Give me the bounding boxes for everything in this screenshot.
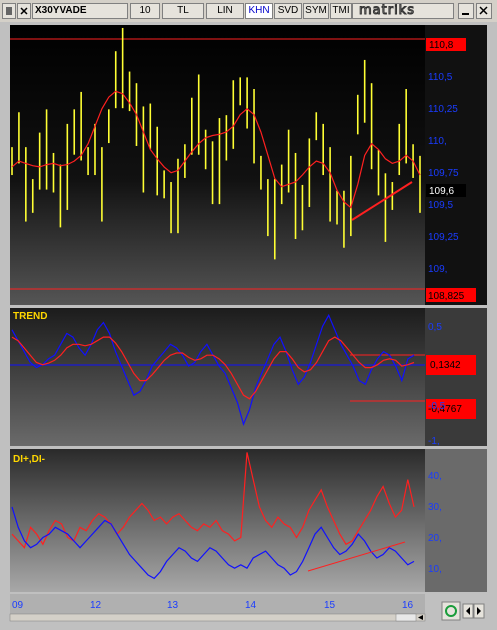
horizontal-scrollbar[interactable]	[9, 613, 426, 622]
menu-icon	[6, 7, 12, 15]
x-tick-label: 12	[90, 600, 102, 611]
refresh-button[interactable]	[441, 601, 461, 621]
brand-logo-text: matriks	[359, 3, 415, 18]
x-tick-label: 15	[324, 600, 336, 611]
close-window-icon	[479, 6, 488, 15]
last-price-label: 109,6	[429, 186, 454, 197]
price-tick-label: 110,	[428, 136, 447, 147]
close-icon	[20, 7, 28, 15]
scrollbar-thumb[interactable]	[395, 613, 417, 622]
x-tick-label: 16	[402, 600, 414, 611]
price-tick-label: 109,	[428, 264, 447, 275]
symbol-field[interactable]: X30YVADE	[32, 3, 128, 19]
di-plot-bg	[10, 449, 425, 592]
x-axis: 09 12 13 14 15 16	[9, 594, 426, 622]
price-tick-label: 109,5	[428, 200, 453, 211]
price-tick-label: 110,5	[428, 72, 453, 83]
sym-button[interactable]: SYM	[303, 3, 329, 19]
x-tick-label: 09	[12, 600, 24, 611]
close-symbol-button[interactable]	[17, 3, 31, 19]
price-tick-label: 109,75	[428, 168, 459, 179]
chart-area: 110,8 109,6 108,825 110,5 110,25 110, 10…	[0, 22, 497, 630]
minimize-icon	[462, 13, 469, 15]
trend-tick-label: 0,5	[428, 322, 442, 333]
minimize-button[interactable]	[458, 3, 474, 19]
x-axis-bg	[10, 594, 425, 614]
period-button[interactable]: 10	[130, 3, 160, 19]
trend-tick-label: -0,5	[428, 401, 446, 412]
close-window-button[interactable]	[476, 3, 492, 19]
chart-toolbar: X30YVADE 10 TL LIN KHN SVD SYM TMI matri…	[0, 0, 497, 23]
scale-button[interactable]: LIN	[206, 3, 244, 19]
di-tick-label: 30,	[428, 502, 442, 513]
di-title: DI+,DI-	[13, 454, 45, 465]
khn-button[interactable]: KHN	[245, 3, 273, 19]
trend-panel: TREND 0,1342 -0,4767 0,5 -0,5 -1,	[10, 308, 487, 447]
trend-tick-label: -1,	[428, 436, 440, 447]
navigation-controls	[441, 601, 485, 621]
di-tick-label: 40,	[428, 471, 442, 482]
price-tick-label: 109,25	[428, 232, 459, 243]
currency-button[interactable]: TL	[162, 3, 204, 19]
trend-title: TREND	[13, 311, 47, 322]
x-tick-label: 13	[167, 600, 179, 611]
tmi-button[interactable]: TMI	[330, 3, 352, 19]
high-label: 110,8	[429, 40, 454, 51]
svd-button[interactable]: SVD	[274, 3, 302, 19]
trend-plot-bg	[10, 308, 425, 446]
x-tick-label: 14	[245, 600, 257, 611]
di-panel: DI+,DI- 40, 30, 20, 10,	[10, 449, 487, 592]
di-tick-label: 20,	[428, 533, 442, 544]
price-axis-bg	[425, 25, 487, 305]
chart-menu-button[interactable]	[2, 3, 16, 19]
di-tick-label: 10,	[428, 564, 442, 575]
price-tick-label: 110,25	[428, 104, 458, 115]
low-label: 108,825	[428, 291, 465, 302]
brand-logo: matriks	[352, 3, 454, 19]
price-panel: 110,8 109,6 108,825 110,5 110,25 110, 10…	[10, 25, 487, 305]
trend-upper-label: 0,1342	[430, 360, 461, 371]
